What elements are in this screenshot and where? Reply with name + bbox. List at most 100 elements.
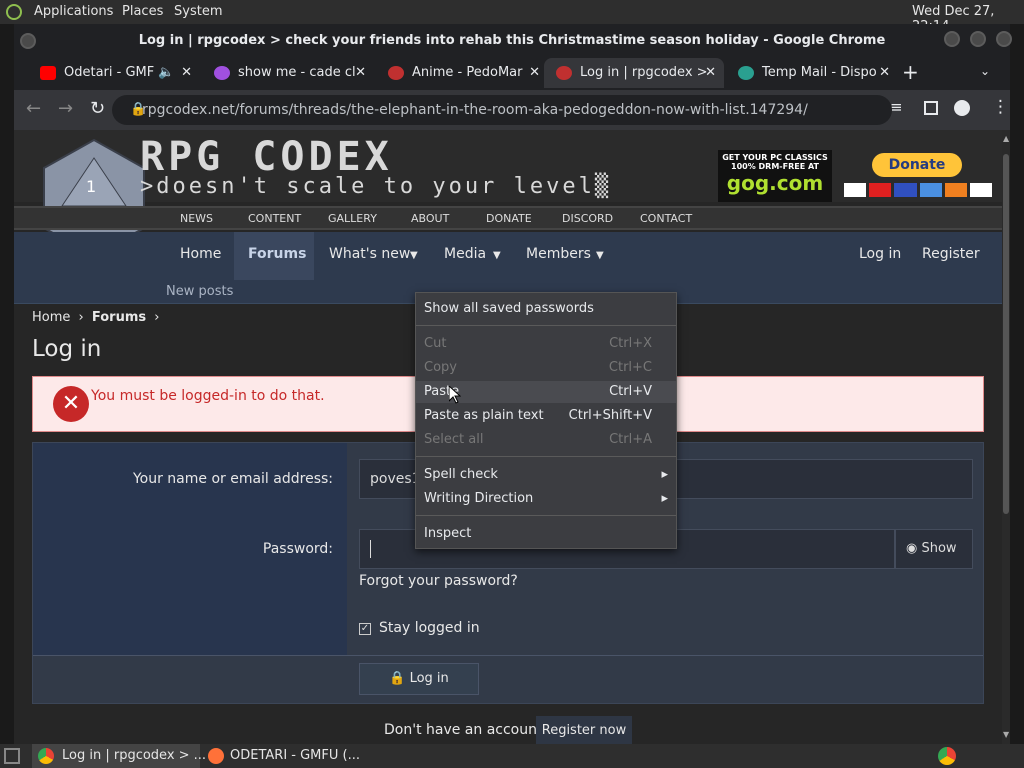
close-tab-icon[interactable]: ✕ (879, 58, 890, 88)
menu-show-saved-passwords[interactable]: Show all saved passwords (416, 298, 676, 320)
stay-logged-in-label: Stay logged in (379, 620, 480, 636)
chevron-down-icon[interactable]: ▼ (493, 250, 501, 261)
youtube-icon (40, 66, 56, 80)
chevron-down-icon[interactable]: ▼ (596, 250, 604, 261)
svg-text:1: 1 (86, 177, 96, 196)
site-tagline: >doesn't scale to your level▒ (140, 174, 612, 199)
nav-login[interactable]: Log in (859, 246, 901, 262)
eye-icon: ◉ (906, 541, 918, 556)
menu-writing-direction[interactable]: Writing Direction ▸ (416, 488, 676, 510)
nav-gallery[interactable]: GALLERY (328, 212, 377, 225)
menu-select-all: Select all Ctrl+A (424, 432, 652, 447)
tempmail-icon (738, 66, 754, 80)
menu-spell-check[interactable]: Spell check ▸ (416, 464, 676, 486)
nav-new-posts[interactable]: New posts (166, 284, 233, 299)
main-nav: Home Forums What's new ▼ Media ▼ Members… (14, 232, 1002, 280)
codex-icon (388, 66, 404, 80)
scrollbar-thumb[interactable] (1003, 154, 1009, 514)
error-message: You must be logged-in to do that. (91, 388, 325, 404)
chevron-right-icon: › (154, 310, 160, 325)
payment-cards-icons (844, 183, 993, 197)
nav-register[interactable]: Register (922, 246, 980, 262)
nav-forums[interactable]: Forums (248, 246, 306, 262)
system-top-bar: Applications Places System Wed Dec 27, 2… (0, 0, 1024, 34)
minimize-button[interactable] (944, 31, 960, 47)
nav-content[interactable]: CONTENT (248, 212, 301, 225)
submenu-arrow-icon: ▸ (661, 467, 668, 482)
menu-inspect[interactable]: Inspect (416, 523, 676, 545)
chevron-down-icon[interactable]: ▼ (410, 250, 418, 261)
password-label: Password: (262, 541, 333, 557)
profile-avatar-icon[interactable] (954, 100, 970, 116)
login-button[interactable]: 🔒 Log in (359, 663, 479, 695)
heart-icon (214, 66, 230, 80)
tab-search-icon[interactable]: ⌄ (980, 64, 990, 78)
maximize-button[interactable] (970, 31, 986, 47)
close-tab-icon[interactable]: ✕ (181, 58, 192, 88)
chevron-right-icon: › (78, 310, 84, 325)
close-tab-icon[interactable]: ✕ (355, 58, 366, 88)
side-panel-icon[interactable] (924, 101, 938, 115)
scroll-up-icon[interactable]: ▲ (1003, 134, 1009, 143)
nav-contact[interactable]: CONTACT (640, 212, 692, 225)
breadcrumb: Home › Forums › (32, 310, 159, 325)
forward-button[interactable]: → (58, 98, 73, 119)
breadcrumb-forums[interactable]: Forums (92, 310, 146, 325)
codex-icon (556, 66, 572, 80)
nav-home[interactable]: Home (180, 246, 221, 262)
omnibox[interactable]: 🔒 rpgcodex.net/forums/threads/the-elepha… (112, 95, 892, 125)
show-password-button[interactable]: ◉ Show (895, 529, 973, 569)
system-menu[interactable]: System (174, 4, 222, 19)
close-tab-icon[interactable]: ✕ (529, 58, 540, 88)
media-control-icon[interactable]: ≡ (890, 98, 903, 116)
window-menu-button[interactable] (20, 33, 36, 49)
tab-anime[interactable]: Anime - PedoMar ✕ (376, 58, 548, 88)
nav-donate[interactable]: DONATE (486, 212, 532, 225)
nav-media[interactable]: Media (444, 246, 486, 262)
stay-logged-in-checkbox[interactable]: ✓ (359, 623, 371, 635)
tab-temp-mail[interactable]: Temp Mail - Dispo ✕ (726, 58, 898, 88)
taskbar-item-firefox[interactable]: ODETARI - GMFU (... (204, 744, 374, 768)
donate-button[interactable]: Donate (872, 153, 962, 177)
places-menu[interactable]: Places (122, 4, 163, 19)
url-text: rpgcodex.net/forums/threads/the-elephant… (142, 102, 808, 118)
mouse-pointer-icon (449, 386, 461, 404)
nav-members[interactable]: Members (526, 246, 591, 262)
tab-odetari[interactable]: Odetari - GMF 🔈 ✕ (28, 58, 200, 88)
nav-news[interactable]: NEWS (180, 212, 213, 225)
scroll-down-icon[interactable]: ▼ (1003, 730, 1009, 739)
tab-login[interactable]: Log in | rpgcodex > ✕ (544, 58, 724, 88)
nav-discord[interactable]: DISCORD (562, 212, 613, 225)
menu-separator (416, 515, 676, 516)
menu-cut: Cut Ctrl+X (424, 336, 652, 351)
taskbar-item-chrome[interactable]: Log in | rpgcodex > ... (32, 744, 206, 768)
reload-button[interactable]: ↻ (90, 98, 105, 119)
tab-show-me[interactable]: show me - cade cl ✕ (202, 58, 374, 88)
firefox-icon (208, 748, 224, 764)
scrollbar[interactable]: ▲ ▼ (1002, 130, 1010, 746)
speaker-icon[interactable]: 🔈 (158, 58, 174, 88)
back-button[interactable]: ← (26, 98, 41, 119)
submenu-arrow-icon: ▸ (661, 491, 668, 506)
breadcrumb-home[interactable]: Home (32, 310, 70, 325)
menu-paste-plain-text[interactable]: Paste as plain text Ctrl+Shift+V (416, 405, 676, 427)
nav-about[interactable]: ABOUT (411, 212, 449, 225)
show-desktop-icon[interactable] (4, 748, 20, 764)
nav-whats-new[interactable]: What's new (329, 246, 410, 262)
forgot-password-link[interactable]: Forgot your password? (359, 573, 518, 589)
new-tab-button[interactable]: + (902, 60, 919, 84)
register-now-button[interactable]: Register now (536, 716, 632, 746)
no-account-text: Don't have an account? (384, 722, 550, 738)
applications-menu[interactable]: Applications (34, 4, 113, 19)
tray-chrome-icon[interactable] (938, 747, 956, 765)
tab-strip: Odetari - GMF 🔈 ✕ show me - cade cl ✕ An… (14, 56, 1010, 90)
top-nav-strip: NEWS CONTENT GALLERY ABOUT DONATE DISCOR… (14, 206, 1002, 230)
close-window-button[interactable] (996, 31, 1012, 47)
taskbar: Log in | rpgcodex > ... ODETARI - GMFU (… (0, 744, 1024, 768)
padlock-icon: 🔒 (389, 671, 406, 686)
close-tab-icon[interactable]: ✕ (705, 58, 716, 88)
kebab-menu-icon[interactable]: ⋮ (992, 97, 1009, 117)
distro-logo-icon[interactable] (6, 4, 22, 20)
chrome-icon (38, 748, 54, 764)
gog-banner[interactable]: GET YOUR PC CLASSICS 100% DRM-FREE AT go… (718, 150, 832, 202)
